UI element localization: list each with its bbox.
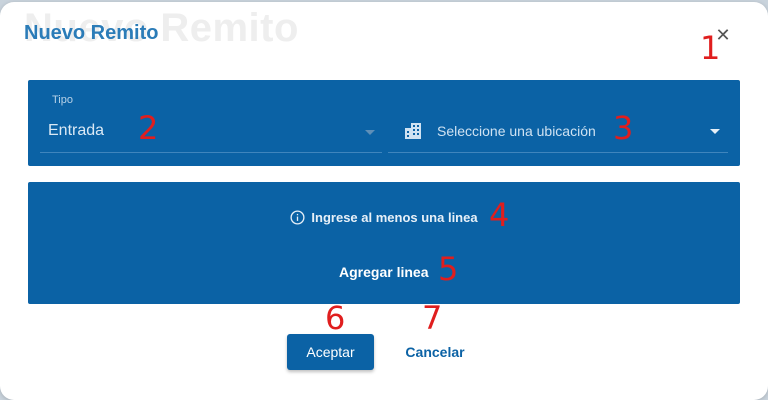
info-text: Ingrese al menos una linea <box>311 210 478 225</box>
building-icon <box>405 123 421 139</box>
chevron-down-icon[interactable] <box>710 129 720 134</box>
accept-button[interactable]: Aceptar <box>287 334 374 370</box>
annotation-6: 6 <box>325 299 346 337</box>
info-icon <box>290 210 305 225</box>
cancel-button[interactable]: Cancelar <box>396 334 474 370</box>
add-line-button[interactable]: Agregar linea <box>339 264 428 280</box>
chevron-down-icon <box>365 130 375 135</box>
annotation-2: 2 <box>138 109 159 147</box>
tipo-underline <box>40 152 382 153</box>
annotation-1: 1 <box>700 29 721 67</box>
info-message: Ingrese al menos una linea <box>28 210 740 225</box>
tipo-select[interactable]: Tipo Entrada <box>40 90 382 154</box>
annotation-4: 4 <box>489 196 510 234</box>
ubicacion-select[interactable]: Seleccione una ubicación <box>388 90 728 154</box>
annotation-3: 3 <box>613 109 634 147</box>
tipo-value: Entrada <box>48 122 105 139</box>
new-remito-dialog: Nuevo Remito Nuevo Remito ✕ Tipo Entrada <box>0 2 768 400</box>
dialog-title: Nuevo Remito <box>24 22 159 44</box>
tipo-label: Tipo <box>52 94 73 106</box>
ubicacion-underline <box>388 152 728 153</box>
annotation-5: 5 <box>438 250 459 288</box>
annotation-7: 7 <box>422 299 443 337</box>
lines-panel: Ingrese al menos una linea Agregar linea <box>28 182 740 304</box>
ubicacion-placeholder: Seleccione una ubicación <box>437 123 596 139</box>
